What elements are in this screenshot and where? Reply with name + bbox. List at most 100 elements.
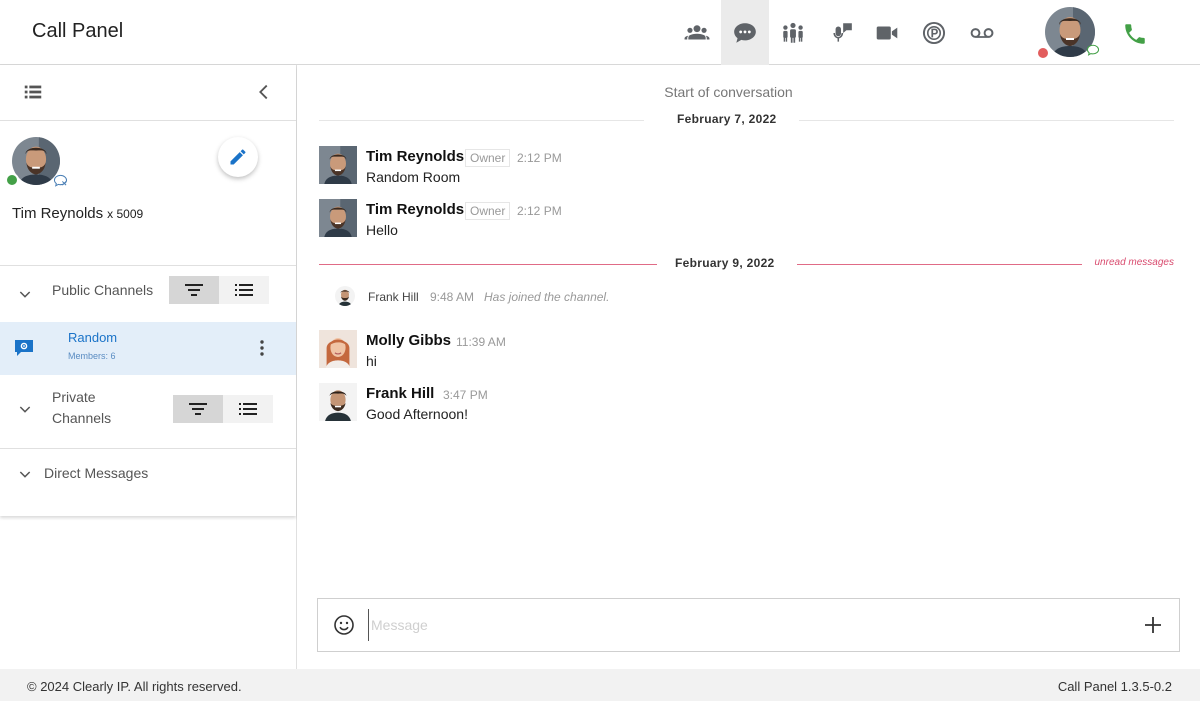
sender-name: Tim Reynolds: [366, 201, 465, 218]
message-composer: [317, 598, 1180, 652]
more-vertical-icon[interactable]: [252, 338, 272, 358]
message-input[interactable]: [368, 609, 1128, 641]
chevron-down-icon[interactable]: [17, 466, 33, 482]
private-channels-label: Private Channels: [52, 389, 112, 426]
public-channels-view-toggle: [169, 276, 269, 304]
avatar: [319, 146, 357, 184]
pencil-icon: [230, 149, 246, 165]
user-status-avatar[interactable]: [1036, 7, 1100, 61]
video-camera-icon: [876, 26, 898, 39]
chat-bubble-icon: [734, 22, 756, 43]
message-text: Hello: [366, 222, 398, 238]
filter-view-button[interactable]: [169, 276, 219, 304]
private-channels-header[interactable]: Private Channels: [0, 383, 296, 449]
system-join-event: Frank Hill 9:48 AM Has joined the channe…: [335, 286, 835, 308]
conversation-start-label: Start of conversation: [664, 84, 793, 100]
message-time: 11:39 AM: [456, 335, 506, 349]
nav-parking-button[interactable]: [910, 0, 958, 65]
message-time: 3:47 PM: [443, 388, 488, 402]
avatar: [319, 383, 357, 421]
avatar: [319, 330, 357, 368]
phone-icon: [1125, 24, 1145, 44]
chevron-down-icon[interactable]: [17, 401, 33, 417]
join-time: 9:48 AM: [430, 290, 475, 304]
join-text: Has joined the channel.: [484, 290, 610, 304]
nav-voicemail-button[interactable]: [958, 0, 1006, 65]
list-view-button[interactable]: [219, 276, 269, 304]
app-title: Call Panel: [32, 20, 124, 42]
unread-date-divider: February 9, 2022 unread messages: [319, 254, 1174, 274]
list-view-button[interactable]: [223, 395, 273, 423]
emoji-icon[interactable]: [332, 613, 356, 637]
copyright-text: © 2024 Clearly IP. All rights reserved.: [27, 679, 242, 694]
list-view-icon[interactable]: [22, 81, 44, 103]
sidebar-toolbar: [0, 65, 296, 121]
message-text: Good Afternoon!: [366, 406, 468, 422]
channel-name: Random: [68, 330, 118, 345]
sidebar: Tim Reynolds x 5009 Public Channels Rando…: [0, 65, 297, 669]
divider-line: [319, 264, 657, 265]
chat-off-icon: [53, 174, 68, 187]
joiner-avatar-image: [335, 286, 355, 306]
sender-avatar-image: [319, 199, 357, 237]
top-bar: Call Panel: [0, 0, 1200, 65]
sender-avatar-image: [319, 383, 357, 421]
presence-status-dot: [1036, 46, 1050, 60]
voicemail-icon: [970, 27, 994, 38]
conference-people-icon: [783, 22, 803, 43]
edit-profile-button[interactable]: [218, 137, 258, 177]
footer: © 2024 Clearly IP. All rights reserved. …: [0, 669, 1200, 701]
owner-badge: Owner: [465, 149, 511, 167]
nav-video-button[interactable]: [863, 0, 911, 65]
message-text: hi: [366, 353, 377, 369]
date-label: February 9, 2022: [675, 256, 775, 270]
plus-icon[interactable]: [1141, 613, 1165, 637]
voicemail-mic-icon: [833, 22, 852, 42]
version-text: Call Panel 1.3.5-0.2: [1057, 679, 1172, 694]
avatar: [319, 199, 357, 237]
unread-messages-label: unread messages: [1094, 257, 1175, 268]
chat-status-icon: [1086, 44, 1100, 56]
nav-voice-message-button[interactable]: [817, 0, 865, 65]
list-icon: [239, 403, 257, 415]
nav-contacts-button[interactable]: [673, 0, 721, 65]
chevron-down-icon[interactable]: [17, 286, 33, 302]
message-time: 2:12 PM: [517, 204, 562, 218]
channel-item-random[interactable]: Random Members: 6: [0, 322, 296, 375]
direct-messages-label: Direct Messages: [44, 465, 149, 481]
app-window: Call Panel Tim Reynolds x 5009 Public Ch…: [0, 0, 1200, 701]
filter-view-button[interactable]: [173, 395, 223, 423]
public-channels-header[interactable]: Public Channels: [0, 266, 296, 322]
collapse-sidebar-icon[interactable]: [253, 81, 275, 103]
channel-members: Members: 6: [68, 351, 116, 361]
avatar: [335, 286, 355, 306]
profile-name-text: Tim Reynolds: [12, 205, 104, 222]
sidebar-card: Tim Reynolds x 5009 Public Channels Rando…: [0, 65, 296, 516]
profile-status-dot: [5, 173, 19, 187]
private-channels-view-toggle: [173, 395, 273, 423]
profile-extension: x 5009: [107, 207, 144, 221]
profile-name: Tim Reynolds x 5009: [12, 205, 143, 222]
list-icon: [235, 284, 253, 296]
divider-line: [799, 120, 1174, 121]
divider-line: [319, 120, 644, 121]
parking-icon: [922, 21, 946, 44]
message-time: 2:12 PM: [517, 151, 562, 165]
message-text: Random Room: [366, 169, 461, 185]
call-button[interactable]: [1115, 14, 1155, 54]
filter-icon: [185, 284, 203, 296]
sender-name: Molly Gibbs: [366, 332, 452, 349]
direct-messages-header[interactable]: Direct Messages: [0, 449, 296, 499]
channel-settings-icon: [15, 340, 33, 356]
nav-conference-button[interactable]: [769, 0, 817, 65]
joiner-name: Frank Hill: [368, 290, 419, 304]
sender-name: Tim Reynolds: [366, 148, 465, 165]
owner-badge: Owner: [465, 202, 511, 220]
date-label: February 7, 2022: [677, 112, 777, 126]
public-channels-label: Public Channels: [52, 282, 154, 298]
profile-panel: Tim Reynolds x 5009: [0, 121, 296, 266]
divider-line: [797, 264, 1082, 265]
contacts-group-icon: [684, 24, 710, 39]
sender-avatar-image: [319, 146, 357, 184]
nav-chat-button[interactable]: [721, 0, 769, 65]
